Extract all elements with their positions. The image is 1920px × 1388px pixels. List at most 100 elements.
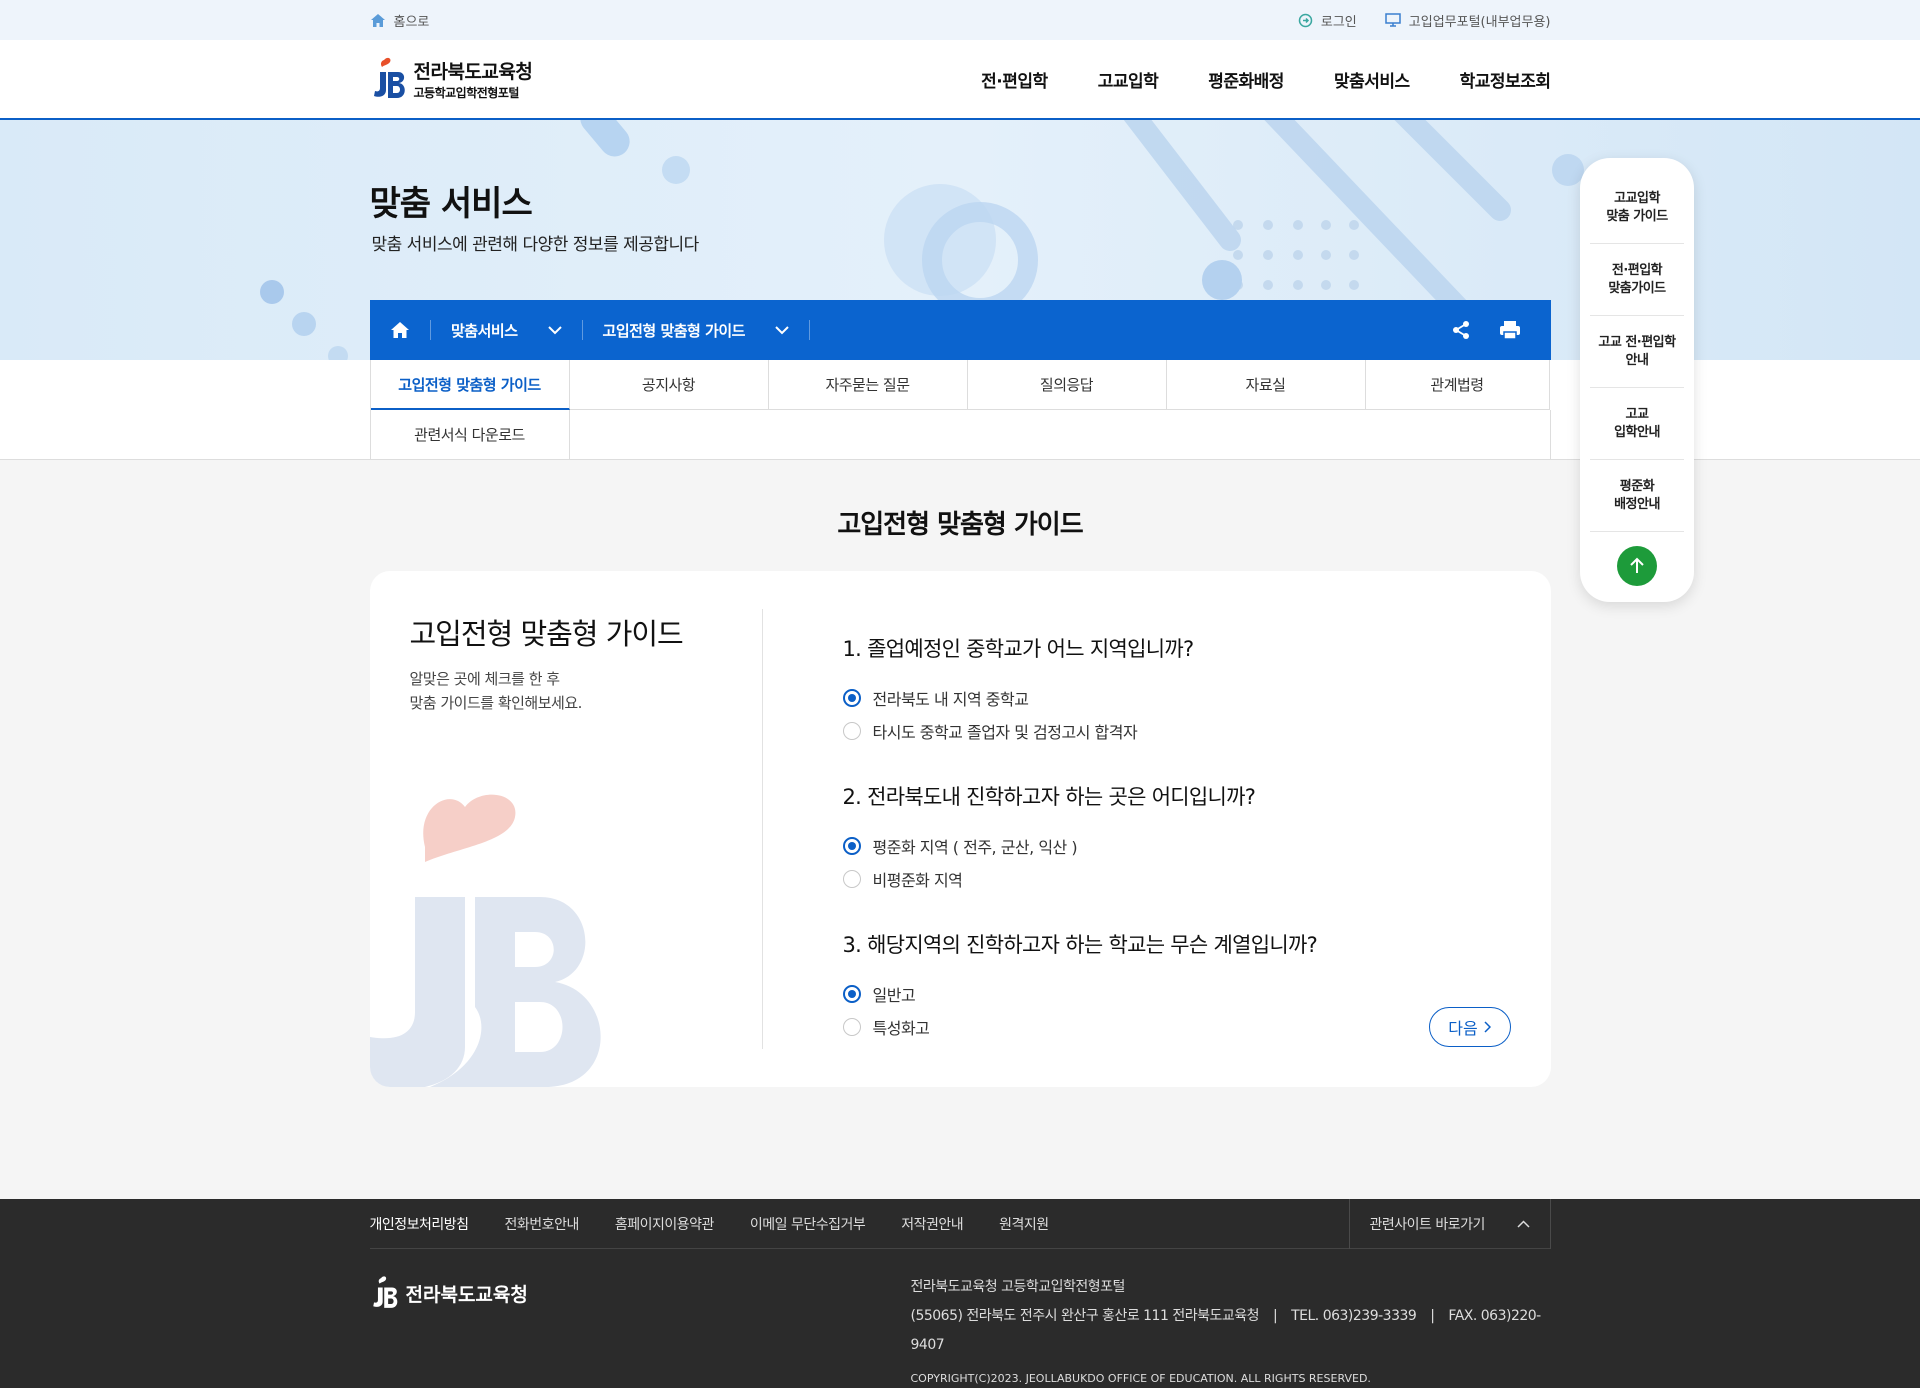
page-title: 맞춤 서비스: [369, 184, 533, 224]
question-3: 3. 해당지역의 진학하고자 하는 학교는 무슨 계열입니까?: [842, 933, 1318, 957]
chevron-up-icon: [1516, 1220, 1530, 1228]
question-2-options: 평준화 지역 ( 전주, 군산, 익산 ) 비평준화 지역: [842, 829, 1551, 895]
footer-link-terms[interactable]: 홈페이지이용약관: [615, 1214, 715, 1234]
main-nav: 전·편입학 고교입학 평준화배정 맞춤서비스 학교정보조회: [981, 67, 1551, 92]
question-2: 2. 전라북도내 진학하고자 하는 곳은 어디입니까?: [842, 785, 1256, 809]
guide-card-intro: 고입전형 맞춤형 가이드 알맞은 곳에 체크를 한 후 맞춤 가이드를 확인해보…: [369, 571, 763, 1087]
location-crumb-1-label: 맞춤서비스: [451, 321, 518, 340]
nav-assignment[interactable]: 평준화배정: [1208, 67, 1284, 92]
tab-form-download[interactable]: 관련서식 다운로드: [370, 410, 570, 460]
tab-qna[interactable]: 질의응답: [967, 360, 1167, 410]
footer-link-privacy[interactable]: 개인정보처리방침: [370, 1214, 470, 1234]
footer-copyright: COPYRIGHT(C)2023. JEOLLABUKDO OFFICE OF …: [910, 1372, 1371, 1385]
location-home-button[interactable]: [370, 300, 430, 360]
utility-bar: 홈으로 로그인 고입업무포털(내부업무용): [0, 0, 1920, 40]
radio-unchecked[interactable]: [842, 721, 861, 740]
footer-address: (55065) 전라북도 전주시 완산구 홍산로 111 전라북도교육청: [910, 1308, 1260, 1324]
print-icon[interactable]: [1499, 320, 1521, 340]
question-1-options: 전라북도 내 지역 중학교 타시도 중학교 졸업자 및 검정고시 합격자: [842, 681, 1551, 747]
footer-info: 전라북도교육청 고등학교입학전형포털 (55065) 전라북도 전주시 완산구 …: [911, 1273, 1551, 1388]
guide-card-title: 고입전형 맞춤형 가이드: [409, 617, 684, 651]
q2-option-equalized[interactable]: 평준화 지역 ( 전주, 군산, 익산 ): [842, 829, 1551, 862]
location-crumb-2[interactable]: 고입전형 맞춤형 가이드: [583, 300, 809, 360]
radio-unchecked[interactable]: [842, 869, 861, 888]
quick-item-label: 전·편입학 맞춤가이드: [1608, 262, 1666, 296]
home-link-label: 홈으로: [393, 14, 430, 30]
home-link[interactable]: 홈으로: [370, 11, 430, 30]
q2-option-non-equalized[interactable]: 비평준화 지역: [842, 862, 1551, 895]
home-icon: [370, 13, 385, 27]
footer-link-email-refusal[interactable]: 이메일 무단수집거부: [750, 1214, 866, 1234]
site-logo[interactable]: 전라북도교육청 고등학교입학전형포털: [370, 56, 533, 102]
header: 전라북도교육청 고등학교입학전형포털 전·편입학 고교입학 평준화배정 맞춤서비…: [0, 40, 1920, 120]
jb-logo-icon: [372, 1276, 397, 1308]
tab-custom-guide[interactable]: 고입전형 맞춤형 가이드: [370, 360, 570, 410]
footer-separator: |: [1272, 1308, 1278, 1324]
quick-admission-guide[interactable]: 고교입학 맞춤 가이드: [1590, 172, 1684, 244]
nav-admission[interactable]: 고교입학: [1098, 67, 1159, 92]
related-sites-select[interactable]: 관련사이트 바로가기: [1348, 1199, 1551, 1249]
location-tools: [1451, 320, 1551, 340]
tab-notice[interactable]: 공지사항: [569, 360, 769, 410]
footer-link-phone[interactable]: 전화번호안내: [505, 1214, 580, 1234]
next-button[interactable]: 다음: [1428, 1007, 1511, 1047]
quick-item-label: 고교입학 맞춤 가이드: [1606, 190, 1668, 224]
quick-menu: 고교입학 맞춤 가이드 전·편입학 맞춤가이드 고교 전·편입학 안내 고교 입…: [1580, 158, 1694, 602]
q2-option-2-label: 비평준화 지역: [872, 870, 963, 890]
q3-option-general[interactable]: 일반고: [842, 977, 1551, 1010]
footer-link-remote[interactable]: 원격지원: [999, 1214, 1049, 1234]
chevron-down-icon: [775, 325, 789, 334]
related-sites-label: 관련사이트 바로가기: [1369, 1217, 1486, 1233]
footer: 개인정보처리방침 전화번호안내 홈페이지이용약관 이메일 무단수집거부 저작권안…: [0, 1199, 1920, 1388]
nav-transfer[interactable]: 전·편입학: [981, 67, 1048, 92]
arrow-up-icon: [1630, 557, 1644, 573]
location-crumb-1[interactable]: 맞춤서비스: [431, 300, 582, 360]
radio-checked[interactable]: [842, 984, 861, 1003]
q1-option-jeonbuk[interactable]: 전라북도 내 지역 중학교: [842, 681, 1551, 714]
guide-questions: 1. 졸업예정인 중학교가 어느 지역입니까? 전라북도 내 지역 중학교 타시…: [763, 571, 1551, 1087]
next-button-label: 다음: [1448, 1021, 1478, 1038]
q2-option-1-label: 평준화 지역 ( 전주, 군산, 익산 ): [872, 837, 1078, 857]
jb-watermark-logo: [369, 794, 601, 1087]
location-separator: [808, 320, 810, 340]
q1-option-other-province[interactable]: 타시도 중학교 졸업자 및 검정고시 합격자: [842, 714, 1551, 747]
monitor-icon: [1385, 13, 1401, 27]
footer-separator: |: [1430, 1308, 1435, 1324]
footer-links: 개인정보처리방침 전화번호안내 홈페이지이용약관 이메일 무단수집거부 저작권안…: [369, 1199, 1551, 1249]
jb-logo-icon: [373, 57, 405, 98]
guide-desc-line-1: 알맞은 곳에 체크를 한 후: [409, 670, 561, 688]
scroll-top-button[interactable]: [1617, 546, 1657, 586]
quick-assignment-info[interactable]: 평준화 배정안내: [1590, 460, 1684, 532]
radio-checked[interactable]: [842, 688, 861, 707]
share-icon[interactable]: [1451, 320, 1471, 340]
footer-logo: 전라북도교육청: [370, 1275, 528, 1311]
q3-option-1-label: 일반고: [872, 985, 916, 1005]
quick-transfer-guide[interactable]: 전·편입학 맞춤가이드: [1590, 244, 1684, 316]
q1-option-2-label: 타시도 중학교 졸업자 및 검정고시 합격자: [872, 722, 1138, 742]
radio-unchecked[interactable]: [842, 1017, 861, 1036]
footer-logo-text: 전라북도교육청: [405, 1283, 528, 1306]
login-label: 로그인: [1320, 14, 1357, 30]
nav-school-info[interactable]: 학교정보조회: [1460, 67, 1551, 92]
tab-faq[interactable]: 자주묻는 질문: [768, 360, 968, 410]
quick-transfer-info[interactable]: 고교 전·편입학 안내: [1590, 316, 1684, 388]
radio-checked[interactable]: [842, 836, 861, 855]
page-description: 맞춤 서비스에 관련해 다양한 정보를 제공합니다: [371, 235, 700, 255]
portal-link[interactable]: 고입업무포털(내부업무용): [1385, 11, 1551, 30]
logo-name: 전라북도교육청: [413, 61, 533, 83]
nav-custom-service[interactable]: 맞춤서비스: [1334, 67, 1410, 92]
question-1: 1. 졸업예정인 중학교가 어느 지역입니까?: [842, 637, 1195, 661]
home-icon: [391, 322, 409, 338]
portal-label: 고입업무포털(내부업무용): [1408, 14, 1551, 30]
login-link[interactable]: 로그인: [1298, 11, 1357, 30]
login-icon: [1298, 13, 1313, 27]
tab-laws[interactable]: 관계법령: [1365, 360, 1550, 410]
footer-link-copyright[interactable]: 저작권안내: [901, 1214, 963, 1234]
quick-item-label: 고교 입학안내: [1614, 406, 1660, 440]
guide-card-description: 알맞은 곳에 체크를 한 후 맞춤 가이드를 확인해보세요.: [410, 667, 763, 715]
quick-item-label: 고교 전·편입학 안내: [1598, 334, 1676, 368]
q3-option-2-label: 특성화고: [872, 1018, 930, 1038]
footer-tel: TEL. 063)239-3339: [1291, 1308, 1417, 1324]
quick-admission-info[interactable]: 고교 입학안내: [1590, 388, 1684, 460]
tab-archive[interactable]: 자료실: [1166, 360, 1366, 410]
